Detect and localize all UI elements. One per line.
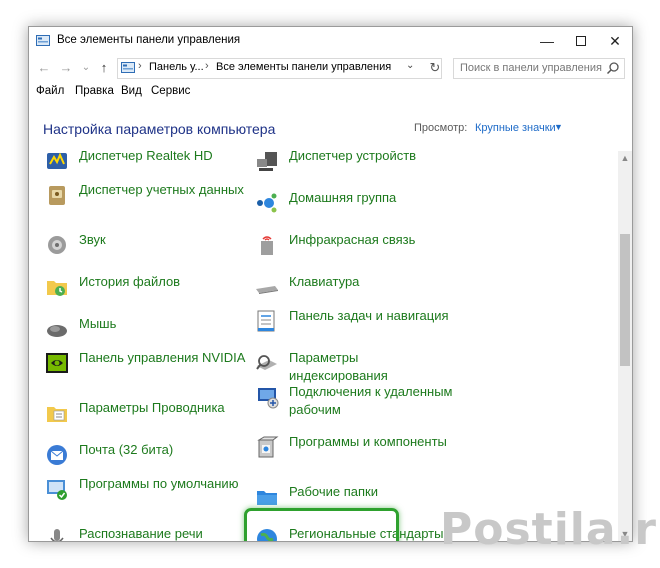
item-label: Программы и компоненты — [289, 434, 447, 449]
taskbar-icon — [257, 310, 275, 332]
highlight-frame — [244, 508, 399, 541]
item-label: Диспетчер устройств — [289, 151, 417, 163]
back-button[interactable]: ← — [35, 59, 53, 77]
item-label: Звук — [79, 232, 106, 247]
menu-edit[interactable]: Правка — [75, 85, 114, 97]
item-label: История файлов — [79, 274, 181, 289]
item-label: Рабочие папки — [289, 484, 378, 499]
item-homegroup[interactable]: Домашняя группа — [255, 187, 455, 227]
view-mode-selector[interactable]: Крупные значки — [475, 122, 556, 134]
search-placeholder: Поиск в панели управления — [460, 62, 602, 74]
device-manager-icon — [257, 152, 277, 171]
item-label: Домашняя группа — [289, 190, 397, 205]
mouse-icon — [47, 325, 67, 337]
homegroup-icon — [257, 193, 277, 213]
navigation-bar: ← → ⌄ ↑ › Панель у... › Все элементы пан… — [29, 55, 632, 81]
keyboard-icon — [256, 286, 278, 294]
item-label: Панель задач и навигация — [289, 308, 449, 323]
content-area: Настройка параметров компьютера Просмотр… — [29, 103, 632, 541]
nvidia-icon — [46, 353, 68, 373]
item-label: Подключения к удаленным рабочим — [289, 384, 453, 417]
arrow-up-icon: ↑ — [100, 60, 108, 75]
item-label: Программы по умолчанию — [79, 476, 239, 491]
window-title: Все элементы панели управления — [57, 34, 241, 46]
item-explorer-options[interactable]: Параметры Проводника — [45, 397, 245, 437]
item-taskbar-navigation[interactable]: Панель задач и навигация — [255, 305, 455, 345]
item-label: Диспетчер Realtek HD — [79, 151, 213, 163]
item-label: Панель управления NVIDIA — [79, 350, 246, 365]
item-remote-desktop[interactable]: Подключения к удаленным рабочим — [255, 381, 455, 421]
title-bar: Все элементы панели управления — ✕ — [29, 27, 632, 55]
control-panel-icon — [121, 62, 135, 73]
close-button[interactable]: ✕ — [598, 27, 632, 55]
vertical-scrollbar[interactable]: ▲ ▼ — [618, 151, 632, 541]
forward-button[interactable]: → — [57, 59, 75, 77]
item-sound[interactable]: Звук — [45, 229, 245, 269]
item-speech-recognition[interactable]: Распознавание речи — [45, 523, 245, 541]
indexing-icon — [256, 355, 277, 370]
menu-view[interactable]: Вид — [121, 85, 142, 97]
scrollbar-thumb[interactable] — [620, 234, 630, 366]
view-label: Просмотр: — [414, 122, 468, 134]
default-programs-icon — [47, 480, 67, 500]
folder-options-icon — [47, 407, 67, 422]
item-label: Распознавание речи — [79, 526, 203, 541]
mail-icon — [47, 445, 67, 465]
control-panel-icon — [36, 35, 50, 46]
arrow-right-icon: → — [59, 60, 73, 75]
minimize-button[interactable]: — — [530, 27, 564, 55]
item-label: Почта (32 бита) — [79, 442, 174, 457]
chevron-down-icon: ⌄ — [81, 62, 91, 73]
watermark: Postila.ru — [440, 504, 660, 555]
item-label: Параметры Проводника — [79, 400, 225, 415]
control-panel-window: Все элементы панели управления — ✕ ← → ⌄… — [28, 26, 633, 542]
arrow-left-icon: ← — [37, 60, 51, 75]
item-label: Мышь — [79, 316, 117, 331]
item-default-programs[interactable]: Программы по умолчанию — [45, 473, 245, 513]
refresh-button[interactable]: ↻ — [426, 59, 444, 77]
page-title: Настройка параметров компьютера — [43, 121, 276, 137]
search-icon — [606, 62, 619, 75]
item-device-manager[interactable]: Диспетчер устройств — [255, 151, 455, 185]
item-label: Клавиатура — [289, 274, 360, 289]
item-label: Параметры индексирования — [289, 350, 388, 383]
breadcrumb-all-items[interactable]: Все элементы панели управления — [216, 61, 391, 73]
programs-features-icon — [257, 436, 279, 458]
maximize-icon — [576, 36, 586, 46]
breadcrumb-control-panel[interactable]: Панель у... — [149, 61, 204, 73]
item-credential-manager[interactable]: Диспетчер учетных данных — [45, 179, 245, 219]
maximize-button[interactable] — [564, 27, 598, 55]
menu-file[interactable]: Файл — [36, 85, 64, 97]
address-dropdown-icon[interactable]: ⌄ — [406, 60, 414, 71]
up-button[interactable]: ↑ — [95, 59, 113, 77]
credential-manager-icon — [49, 186, 65, 205]
item-label: Диспетчер учетных данных — [79, 182, 244, 197]
recent-dropdown-button[interactable]: ⌄ — [77, 59, 95, 77]
speaker-icon — [48, 236, 66, 254]
infrared-icon — [261, 236, 273, 255]
item-label: Инфракрасная связь — [289, 232, 416, 247]
search-box[interactable]: Поиск в панели управления — [453, 58, 625, 79]
breadcrumb-separator: › — [205, 60, 209, 72]
minimize-icon: — — [540, 33, 554, 49]
close-icon: ✕ — [609, 32, 621, 49]
menu-tools[interactable]: Сервис — [151, 85, 190, 97]
refresh-icon: ↻ — [429, 60, 441, 75]
item-programs-and-features[interactable]: Программы и компоненты — [255, 431, 455, 471]
remote-desktop-icon — [258, 388, 279, 409]
speech-recognition-icon — [50, 529, 64, 541]
item-infrared[interactable]: Инфракрасная связь — [255, 229, 455, 269]
caret-down-icon[interactable]: ▼ — [554, 122, 563, 132]
work-folders-icon — [257, 491, 277, 505]
menu-bar: Файл Правка Вид Сервис — [29, 83, 632, 101]
items-grid: Диспетчер Realtek HD Диспетчер учетных д… — [29, 151, 617, 541]
item-nvidia-control-panel[interactable]: Панель управления NVIDIA — [45, 347, 245, 387]
realtek-audio-icon — [47, 152, 67, 169]
file-history-icon — [47, 281, 67, 296]
item-file-history[interactable]: История файлов — [45, 271, 245, 311]
address-bar[interactable]: › Панель у... › Все элементы панели упра… — [117, 58, 442, 79]
breadcrumb-separator: › — [138, 60, 142, 72]
scroll-up-icon[interactable]: ▲ — [618, 151, 632, 165]
